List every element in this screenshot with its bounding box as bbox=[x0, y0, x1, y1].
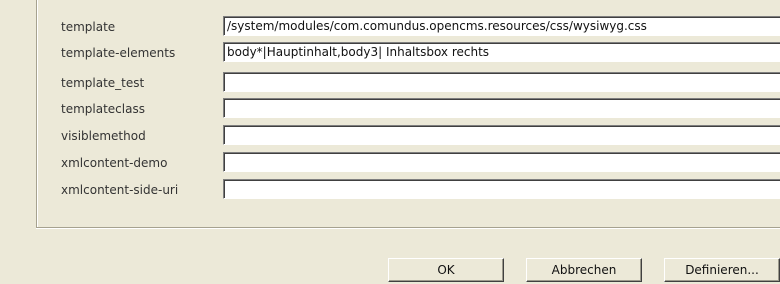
property-row-template-test: template_test bbox=[37, 72, 780, 94]
property-row-xmlcontent-side-uri: xmlcontent-side-uri bbox=[37, 179, 780, 201]
property-label: visiblemethod bbox=[61, 129, 146, 143]
property-value-input[interactable]: /system/modules/com.comundus.opencms.res… bbox=[223, 16, 780, 36]
property-value-input[interactable] bbox=[223, 125, 780, 145]
property-value-input[interactable] bbox=[223, 179, 780, 199]
property-row-visiblemethod: visiblemethod bbox=[37, 125, 780, 147]
cancel-button[interactable]: Abbrechen bbox=[526, 258, 642, 282]
property-label: template-elements bbox=[61, 46, 176, 60]
property-value-input[interactable] bbox=[223, 72, 780, 92]
property-label: xmlcontent-demo bbox=[61, 156, 168, 170]
property-row-template-elements: template-elements body*|Hauptinhalt,body… bbox=[37, 42, 780, 64]
property-row-templateclass: templateclass bbox=[37, 98, 780, 120]
property-row-template: template /system/modules/com.comundus.op… bbox=[37, 16, 780, 38]
property-label: templateclass bbox=[61, 102, 145, 116]
property-label: template_test bbox=[61, 76, 145, 90]
property-row-xmlcontent-demo: xmlcontent-demo bbox=[37, 152, 780, 174]
property-value-input[interactable]: body*|Hauptinhalt,body3| Inhaltsbox rech… bbox=[223, 42, 780, 62]
property-label: xmlcontent-side-uri bbox=[61, 183, 179, 197]
property-value-input[interactable] bbox=[223, 98, 780, 118]
property-value-input[interactable] bbox=[223, 152, 780, 172]
ok-button[interactable]: OK bbox=[388, 258, 504, 282]
property-label: template bbox=[61, 20, 116, 34]
define-button[interactable]: Definieren... bbox=[664, 258, 780, 282]
properties-panel: template /system/modules/com.comundus.op… bbox=[36, 0, 780, 228]
